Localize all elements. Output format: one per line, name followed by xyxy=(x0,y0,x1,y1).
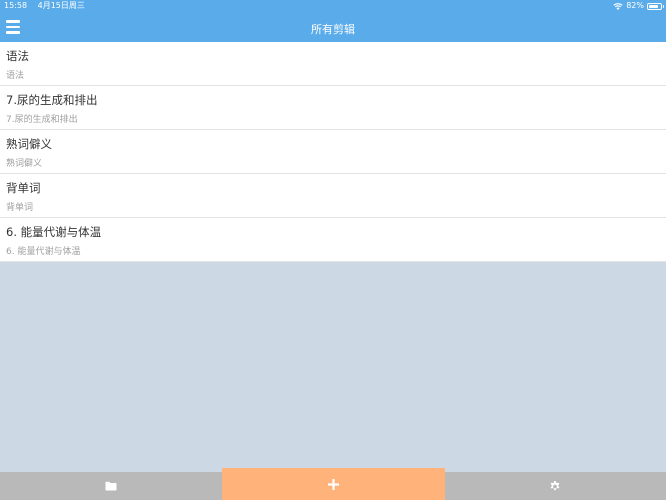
app-header: 15:58 4月15日周三 82% 所有剪辑 xyxy=(0,0,666,42)
settings-tab[interactable] xyxy=(444,472,666,500)
clip-subtitle: 7.尿的生成和排出 xyxy=(6,115,78,125)
status-left: 15:58 4月15日周三 xyxy=(4,0,85,12)
clip-list: 语法 语法 7.尿的生成和排出 7.尿的生成和排出 熟词僻义 熟词僻义 背单词 … xyxy=(0,42,666,262)
status-date: 4月15日周三 xyxy=(37,1,85,10)
list-item[interactable]: 背单词 背单词 xyxy=(0,174,666,218)
add-clip-button[interactable] xyxy=(222,468,445,500)
list-item[interactable]: 6. 能量代谢与体温 6. 能量代谢与体温 xyxy=(0,218,666,262)
folder-icon xyxy=(105,481,117,491)
clip-title: 熟词僻义 xyxy=(6,137,52,151)
battery-level xyxy=(649,4,659,8)
list-item[interactable]: 语法 语法 xyxy=(0,42,666,86)
clip-subtitle: 背单词 xyxy=(6,203,34,213)
battery-icon xyxy=(647,2,664,10)
clip-subtitle: 熟词僻义 xyxy=(6,159,43,169)
clip-title: 背单词 xyxy=(6,181,41,195)
status-bar: 15:58 4月15日周三 82% xyxy=(0,0,666,12)
plus-icon xyxy=(328,478,339,490)
status-time: 15:58 xyxy=(4,1,28,10)
status-right: 82% xyxy=(613,0,664,12)
clip-title: 7.尿的生成和排出 xyxy=(6,93,98,107)
battery-percent: 82% xyxy=(626,1,644,10)
list-item[interactable]: 7.尿的生成和排出 7.尿的生成和排出 xyxy=(0,86,666,130)
folder-tab[interactable] xyxy=(0,472,222,500)
list-item[interactable]: 熟词僻义 熟词僻义 xyxy=(0,130,666,174)
nav-bar: 所有剪辑 xyxy=(0,12,666,42)
clip-subtitle: 6. 能量代谢与体温 xyxy=(6,247,81,257)
clip-title: 语法 xyxy=(6,49,29,63)
wifi-icon xyxy=(613,3,623,10)
clip-subtitle: 语法 xyxy=(6,71,25,81)
clip-title: 6. 能量代谢与体温 xyxy=(6,225,102,239)
gear-icon xyxy=(550,481,560,491)
